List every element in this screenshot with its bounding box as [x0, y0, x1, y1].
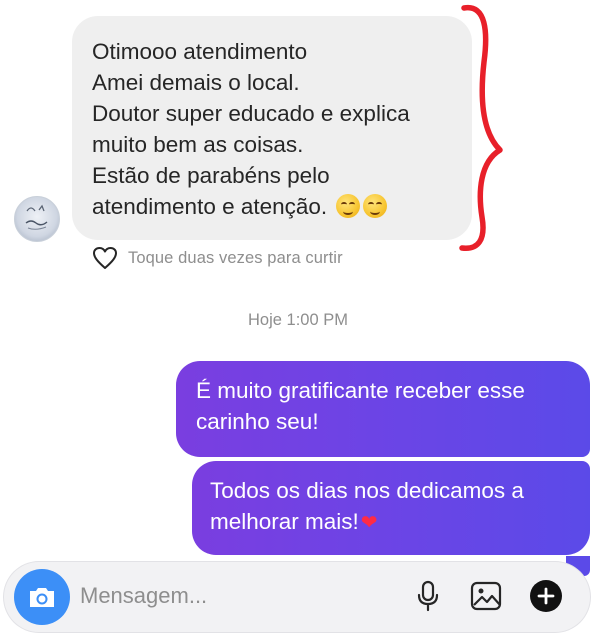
timestamp: Hoje 1:00 PM [248, 311, 348, 329]
outgoing-message-bubble[interactable]: Todos os dias nos dedicamos a melhorar m… [192, 461, 590, 555]
message-line: Amei demais o local. [92, 70, 300, 95]
red-heart-icon: ❤ [360, 512, 378, 534]
camera-icon [30, 588, 54, 607]
message-line-last: atendimento e atenção. [92, 191, 454, 222]
smiling-face-icon [336, 194, 361, 218]
sender-avatar[interactable] [14, 196, 60, 242]
heart-outline-icon[interactable] [92, 246, 118, 270]
incoming-message-bubble[interactable]: Otimooo atendimento Amei demais o local.… [72, 16, 472, 240]
message-line: É muito gratificante receber esse [196, 378, 525, 403]
outgoing-message-bubble[interactable]: É muito gratificante receber esse carinh… [176, 361, 590, 457]
message-composer [4, 562, 590, 632]
red-brace-annotation [459, 5, 503, 251]
like-hint: Toque duas vezes para curtir [128, 248, 343, 267]
microphone-icon [417, 580, 439, 612]
message-line: carinho seu! [196, 409, 319, 434]
gallery-icon [470, 581, 502, 611]
message-line: Otimooo atendimento [92, 39, 308, 64]
like-row[interactable]: Toque duas vezes para curtir [92, 246, 343, 270]
gallery-button[interactable] [468, 578, 504, 614]
add-button[interactable] [528, 578, 564, 614]
message-input[interactable] [80, 578, 380, 614]
message-line: muito bem as coisas. [92, 132, 304, 157]
microphone-button[interactable] [410, 578, 446, 614]
message-line-text: atendimento e atenção. [92, 194, 328, 219]
message-line: Estão de parabéns pelo [92, 163, 330, 188]
plus-icon [530, 580, 562, 612]
winking-face-icon [363, 194, 388, 218]
message-line-text: melhorar mais! [210, 509, 359, 534]
message-line: Doutor super educado e explica [92, 101, 410, 126]
message-line-last: melhorar mais! ❤ [210, 506, 572, 539]
message-line: Todos os dias nos dedicamos a [210, 478, 524, 503]
camera-button[interactable] [14, 569, 70, 625]
